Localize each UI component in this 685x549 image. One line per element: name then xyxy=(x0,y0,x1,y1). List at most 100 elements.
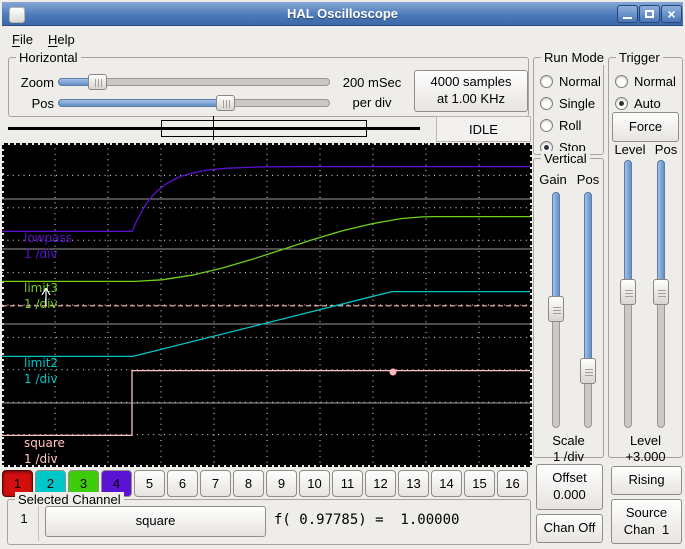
trigger-source-line2: Chan 1 xyxy=(623,521,670,537)
trigger-source-button[interactable]: Source Chan 1 xyxy=(611,499,682,544)
gain-slider-label: Gain xyxy=(539,172,567,187)
svg-text:square: square xyxy=(24,436,65,450)
scope-canvas[interactable]: lowpass 1 /div limit3 1 /div limit2 1 /div squ… xyxy=(2,143,532,467)
channel-button-11[interactable]: 11 xyxy=(332,470,363,497)
radio-label: Single xyxy=(559,95,596,111)
samples-line1: 4000 samples xyxy=(430,74,512,90)
force-button[interactable]: Force xyxy=(612,112,679,142)
channel-button-8[interactable]: 8 xyxy=(233,470,264,497)
radio-icon xyxy=(540,118,553,132)
channel-button-7[interactable]: 7 xyxy=(200,470,231,497)
radio-label: Auto xyxy=(634,95,661,111)
channel-button-13[interactable]: 13 xyxy=(398,470,429,497)
samples-line2: at 1.00 KHz xyxy=(437,91,505,106)
channel-button-15[interactable]: 15 xyxy=(464,470,495,497)
horizontal-zoom-slider[interactable] xyxy=(58,74,330,90)
trigger-level-slider[interactable] xyxy=(620,160,636,428)
svg-text:1 /div: 1 /div xyxy=(24,297,58,311)
pos-slider-handle[interactable] xyxy=(216,95,235,111)
vertical-pos-slider-handle[interactable] xyxy=(580,358,596,384)
horizontal-frame-label: Horizontal xyxy=(16,50,81,65)
vertical-pos-slider-label: Pos xyxy=(576,172,600,187)
trigger-edge-button[interactable]: Rising xyxy=(611,466,682,495)
zoom-slider-handle[interactable] xyxy=(88,74,107,90)
scale-caption: Scale xyxy=(552,433,585,448)
selected-channel-name: square xyxy=(135,513,176,529)
pos-slider-fill xyxy=(58,99,226,107)
svg-text:1 /div: 1 /div xyxy=(24,372,58,386)
titlebar[interactable]: HAL Oscilloscope × xyxy=(2,2,683,26)
vertical-frame-label: Vertical xyxy=(541,151,590,166)
record-window-box[interactable] xyxy=(161,120,367,137)
radio-label: Normal xyxy=(559,73,601,89)
selected-channel-separator xyxy=(38,505,39,541)
trigger-level-handle[interactable] xyxy=(620,279,636,305)
app-window: HAL Oscilloscope × File Help Horizontal … xyxy=(0,0,685,549)
channel-button-9[interactable]: 9 xyxy=(266,470,297,497)
minimize-button[interactable] xyxy=(617,5,638,23)
trigger-pos-slider[interactable] xyxy=(653,160,669,428)
channel-button-6[interactable]: 6 xyxy=(167,470,198,497)
minimize-icon xyxy=(623,17,632,19)
radio-label: Normal xyxy=(634,73,676,89)
offset-button[interactable]: Offset 0.000 xyxy=(536,464,603,510)
record-trigger-marker xyxy=(213,116,214,140)
offset-button-line1: Offset xyxy=(552,470,587,486)
vertical-gain-slider[interactable] xyxy=(548,192,564,428)
trigger-edge-label: Rising xyxy=(628,472,665,488)
chan-off-label: Chan Off xyxy=(543,520,596,536)
trigger-level-fill xyxy=(624,160,632,292)
channel-button-16[interactable]: 16 xyxy=(497,470,528,497)
trigger-pos-handle[interactable] xyxy=(653,279,669,305)
trigger-level-value: +3.000 xyxy=(625,449,666,464)
close-button[interactable]: × xyxy=(661,5,682,23)
timebase-readout: 200 mSec per div xyxy=(333,73,411,113)
selected-channel-name-button[interactable]: square xyxy=(45,506,266,537)
chan-off-button[interactable]: Chan Off xyxy=(536,514,603,543)
acquisition-status: IDLE xyxy=(436,116,531,142)
channel-button-12[interactable]: 12 xyxy=(365,470,396,497)
channel-button-5[interactable]: 5 xyxy=(134,470,165,497)
pos-slider-label: Pos xyxy=(31,96,54,111)
run-mode-roll-radio[interactable]: Roll xyxy=(540,117,581,133)
svg-text:lowpass: lowpass xyxy=(24,231,72,245)
radio-label: Roll xyxy=(559,117,582,133)
run-mode-single-radio[interactable]: Single xyxy=(540,95,595,111)
force-button-label: Force xyxy=(628,118,663,134)
scale-value: 1 /div xyxy=(552,449,585,464)
gain-slider-handle[interactable] xyxy=(548,296,564,322)
acquisition-status-text: IDLE xyxy=(469,121,498,137)
menubar: File Help xyxy=(2,26,683,50)
samples-button[interactable]: 4000 samples at 1.00 KHz xyxy=(414,70,528,112)
menu-file[interactable]: File xyxy=(6,30,39,49)
sample-value-readout: f( 0.97785) = 1.00000 xyxy=(274,512,460,528)
radio-icon xyxy=(615,96,628,110)
radio-icon xyxy=(615,74,628,88)
trigger-pos-fill xyxy=(657,160,665,292)
scope-display[interactable]: lowpass 1 /div limit3 1 /div limit2 1 /div squ… xyxy=(2,143,532,467)
radio-icon xyxy=(540,96,553,110)
offset-button-line2: 0.000 xyxy=(553,487,586,502)
trigger-auto-radio[interactable]: Auto xyxy=(615,95,661,111)
window-title: HAL Oscilloscope xyxy=(286,6,398,21)
trigger-level-caption: Level xyxy=(629,433,662,448)
gain-slider-fill xyxy=(552,192,560,309)
close-icon: × xyxy=(667,6,676,22)
svg-text:limit2: limit2 xyxy=(24,356,58,370)
menu-help[interactable]: Help xyxy=(42,30,81,49)
maximize-button[interactable] xyxy=(639,5,660,23)
trigger-level-column-label: Level xyxy=(614,142,646,157)
horizontal-pos-slider[interactable] xyxy=(58,95,330,111)
svg-text:limit3: limit3 xyxy=(24,281,58,295)
maximize-icon xyxy=(645,10,654,18)
timebase-per-div-caption: per div xyxy=(352,95,392,111)
svg-text:1 /div: 1 /div xyxy=(24,452,58,466)
selected-channel-frame-label: Selected Channel xyxy=(15,492,124,507)
run-mode-normal-radio[interactable]: Normal xyxy=(540,73,601,89)
channel-button-14[interactable]: 14 xyxy=(431,470,462,497)
channel-button-10[interactable]: 10 xyxy=(299,470,330,497)
trigger-normal-radio[interactable]: Normal xyxy=(615,73,676,89)
vertical-pos-slider-fill xyxy=(584,192,592,371)
vertical-pos-slider[interactable] xyxy=(580,192,596,428)
radio-icon xyxy=(540,74,553,88)
